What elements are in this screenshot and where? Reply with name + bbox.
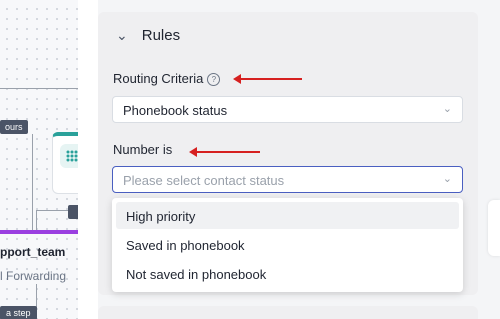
option-high-priority[interactable]: High priority xyxy=(116,202,459,229)
grid-icon xyxy=(60,144,78,168)
connector-line xyxy=(36,210,68,211)
option-not-saved-in-phonebook[interactable]: Not saved in phonebook xyxy=(116,260,459,287)
rules-title: Rules xyxy=(141,27,181,44)
routing-criteria-value: Phonebook status xyxy=(123,103,228,118)
next-section-card xyxy=(98,306,478,319)
routing-criteria-label: Routing Criteria? xyxy=(113,71,221,86)
connector-line xyxy=(0,88,78,89)
annotation-arrow xyxy=(189,147,260,157)
chevron-down-icon[interactable]: ⌄ xyxy=(116,27,128,44)
panel-side-tab[interactable] xyxy=(488,200,500,256)
contact-status-placeholder: Please select contact status xyxy=(123,173,285,188)
hours-tag[interactable]: ours xyxy=(0,120,28,134)
panel-border xyxy=(78,0,98,319)
chevron-down-icon: ⌄ xyxy=(442,173,452,185)
chevron-down-icon: ⌄ xyxy=(442,103,452,115)
flow-node-bar xyxy=(0,230,78,234)
annotation-arrow xyxy=(233,74,302,84)
node-badge[interactable] xyxy=(68,205,78,219)
connector-line xyxy=(32,134,33,234)
rules-header[interactable]: ⌄ Rules xyxy=(116,27,180,44)
contact-status-select[interactable]: Please select contact status ⌄ xyxy=(112,166,463,193)
help-icon[interactable]: ? xyxy=(207,73,221,86)
option-saved-in-phonebook[interactable]: Saved in phonebook xyxy=(116,231,459,258)
forwarding-label: l Forwarding xyxy=(0,269,67,283)
team-node-label[interactable]: pport_team xyxy=(0,245,65,259)
number-is-label: Number is xyxy=(113,142,173,157)
routing-criteria-text: Routing Criteria xyxy=(113,71,204,86)
flow-canvas[interactable]: ours pport_team l Forwarding a step xyxy=(0,0,78,319)
connector-line xyxy=(36,210,37,232)
add-step-tag[interactable]: a step xyxy=(0,306,37,319)
routing-criteria-select[interactable]: Phonebook status ⌄ xyxy=(112,96,463,123)
status-dropdown-menu: High priority Saved in phonebook Not sav… xyxy=(112,198,463,292)
